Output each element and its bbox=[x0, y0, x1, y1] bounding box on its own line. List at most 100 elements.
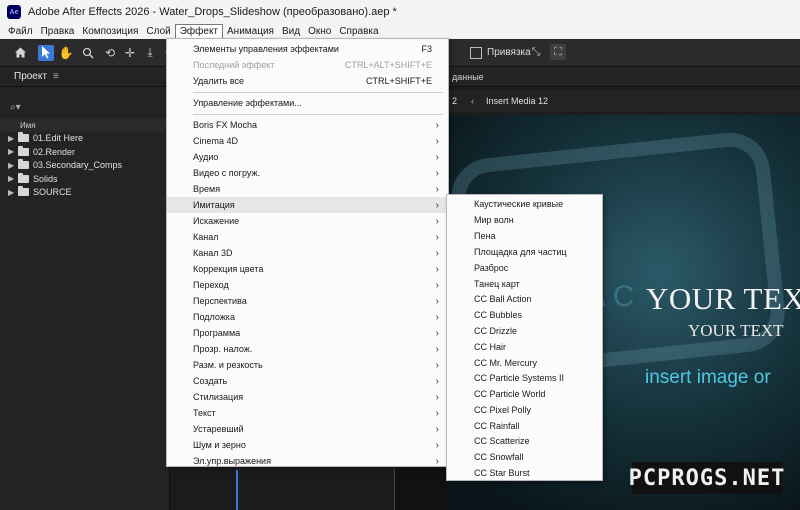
chevron-right-icon: › bbox=[435, 119, 439, 131]
expand-arrow-icon[interactable]: ▶ bbox=[8, 174, 18, 183]
menu-item-label: Прозр. налож. bbox=[193, 344, 253, 354]
menu-layer[interactable]: Слой bbox=[142, 24, 174, 39]
menu-item-noise-grain[interactable]: Шум и зерно › bbox=[167, 437, 448, 453]
list-item[interactable]: ▶ 02.Render bbox=[0, 145, 170, 159]
menu-item-time[interactable]: Время › bbox=[167, 181, 448, 197]
menu-bar: Файл Правка Композиция Слой Эффект Анима… bbox=[0, 24, 800, 39]
menu-help[interactable]: Справка bbox=[335, 24, 382, 39]
submenu-item[interactable]: Танец карт bbox=[447, 276, 602, 292]
after-effects-logo-icon: Ae bbox=[7, 5, 21, 19]
list-item[interactable]: ▶ 03.Secondary_Comps bbox=[0, 159, 170, 173]
dolly-icon[interactable]: ⤓ bbox=[142, 45, 158, 61]
project-search-input[interactable]: ⌕▾ bbox=[10, 100, 165, 114]
submenu-item[interactable]: CC Mr. Mercury bbox=[447, 355, 602, 371]
menu-item-label: Разм. и резкость bbox=[193, 360, 263, 370]
pan-icon[interactable]: ✛ bbox=[122, 45, 138, 61]
submenu-item[interactable]: CC Hair bbox=[447, 339, 602, 355]
list-item[interactable]: ▶ 01.Edit Here bbox=[0, 132, 170, 146]
submenu-item[interactable]: CC Rainfall bbox=[447, 418, 602, 434]
menu-item-boris-fx-mocha[interactable]: Boris FX Mocha › bbox=[167, 117, 448, 133]
menu-item-generate[interactable]: Создать › bbox=[167, 373, 448, 389]
menu-item-label: Текст bbox=[193, 408, 216, 418]
submenu-item[interactable]: Площадка для частиц bbox=[447, 244, 602, 260]
expand-arrow-icon[interactable]: ▶ bbox=[8, 161, 18, 170]
menu-item-simulation[interactable]: Имитация › bbox=[167, 197, 448, 213]
submenu-item[interactable]: Разброс bbox=[447, 260, 602, 276]
selection-arrow-icon[interactable] bbox=[38, 44, 54, 61]
submenu-item[interactable]: CC Scatterize bbox=[447, 433, 602, 449]
menu-file[interactable]: Файл bbox=[4, 24, 37, 39]
submenu-item[interactable]: CC Snowfall bbox=[447, 449, 602, 465]
tab-insert-media-12[interactable]: Insert Media 12 bbox=[486, 96, 548, 106]
snap-features-icon[interactable]: ⛶ bbox=[550, 44, 566, 60]
menu-window[interactable]: Окно bbox=[304, 24, 335, 39]
menu-item-channel[interactable]: Канал › bbox=[167, 229, 448, 245]
menu-item-effect-controls[interactable]: Элементы управления эффектами F3 bbox=[167, 41, 448, 57]
menu-item-matte[interactable]: Подложка › bbox=[167, 309, 448, 325]
column-header-name[interactable]: Имя bbox=[0, 118, 170, 132]
menu-item-transition[interactable]: Переход › bbox=[167, 277, 448, 293]
folder-icon bbox=[18, 159, 29, 170]
menu-item-shortcut: CTRL+ALT+SHIFT+E bbox=[344, 60, 432, 70]
menu-item-cinema-4d[interactable]: Cinema 4D › bbox=[167, 133, 448, 149]
submenu-item[interactable]: CC Star Burst bbox=[447, 465, 602, 481]
menu-animation[interactable]: Анимация bbox=[223, 24, 278, 39]
menu-item-utility[interactable]: Программа › bbox=[167, 325, 448, 341]
menu-edit[interactable]: Правка bbox=[37, 24, 79, 39]
list-item-label: SOURCE bbox=[33, 187, 72, 198]
chevron-right-icon: › bbox=[435, 263, 439, 275]
submenu-item[interactable]: Мир волн bbox=[447, 212, 602, 228]
chevron-right-icon: › bbox=[435, 151, 439, 163]
menu-item-audio[interactable]: Аудио › bbox=[167, 149, 448, 165]
expand-arrow-icon[interactable]: ▶ bbox=[8, 188, 18, 197]
submenu-item[interactable]: CC Ball Action bbox=[447, 291, 602, 307]
chevron-right-icon: › bbox=[435, 135, 439, 147]
menu-item-stylize[interactable]: Стилизация › bbox=[167, 389, 448, 405]
menu-item-obsolete[interactable]: Устаревший › bbox=[167, 421, 448, 437]
menu-item-3d-channel[interactable]: Канал 3D › bbox=[167, 245, 448, 261]
menu-item-manage-effects[interactable]: Управление эффектами... bbox=[167, 95, 448, 111]
menu-item-remove-all[interactable]: Удалить все CTRL+SHIFT+E bbox=[167, 73, 448, 89]
hand-icon[interactable]: ✋ bbox=[58, 45, 74, 61]
panel-menu-icon[interactable]: ≡ bbox=[53, 71, 59, 82]
menu-item-blur-sharpen[interactable]: Разм. и резкость › bbox=[167, 357, 448, 373]
submenu-item[interactable]: Каустические кривые bbox=[447, 196, 602, 212]
menu-item-immersive-video[interactable]: Видео с погруж. › bbox=[167, 165, 448, 181]
menu-separator bbox=[193, 92, 443, 93]
menu-view[interactable]: Вид bbox=[278, 24, 304, 39]
menu-item-text[interactable]: Текст › bbox=[167, 405, 448, 421]
list-item[interactable]: ▶ Solids bbox=[0, 172, 170, 186]
snap-checkbox[interactable] bbox=[470, 47, 482, 59]
chevron-left-icon[interactable]: ‹ bbox=[471, 96, 474, 106]
list-item-label: Solids bbox=[33, 173, 58, 184]
list-item[interactable]: ▶ SOURCE bbox=[0, 186, 170, 200]
zoom-icon[interactable] bbox=[80, 45, 96, 61]
snap-edges-icon[interactable]: ⤡ bbox=[528, 44, 544, 60]
submenu-item[interactable]: Пена bbox=[447, 228, 602, 244]
timeline-marker bbox=[236, 470, 238, 510]
submenu-item[interactable]: CC Pixel Polly bbox=[447, 402, 602, 418]
submenu-item[interactable]: CC Particle World bbox=[447, 386, 602, 402]
expand-arrow-icon[interactable]: ▶ bbox=[8, 147, 18, 156]
folder-icon bbox=[18, 145, 29, 156]
menu-item-color-correction[interactable]: Коррекция цвета › bbox=[167, 261, 448, 277]
menu-item-label: Управление эффектами... bbox=[193, 98, 302, 108]
menu-item-label: Устаревший bbox=[193, 424, 244, 434]
orbit-icon[interactable]: ⟲ bbox=[102, 45, 118, 61]
menu-item-perspective[interactable]: Перспектива › bbox=[167, 293, 448, 309]
submenu-item[interactable]: CC Bubbles bbox=[447, 307, 602, 323]
home-icon[interactable] bbox=[12, 45, 28, 61]
submenu-item[interactable]: CC Particle Systems II bbox=[447, 370, 602, 386]
menu-item-label: Канал 3D bbox=[193, 248, 233, 258]
menu-item-distort[interactable]: Искажение › bbox=[167, 213, 448, 229]
menu-item-keying[interactable]: Прозр. налож. › bbox=[167, 341, 448, 357]
viewer-insert-text: insert image or bbox=[645, 367, 771, 388]
menu-item-label: Канал bbox=[193, 232, 219, 242]
menu-item-expression-controls[interactable]: Эл.упр.выражения › bbox=[167, 453, 448, 469]
menu-item-label: Перспектива bbox=[193, 296, 247, 306]
submenu-item[interactable]: CC Drizzle bbox=[447, 323, 602, 339]
expand-arrow-icon[interactable]: ▶ bbox=[8, 134, 18, 143]
menu-item-label: Последний эффект bbox=[193, 60, 275, 70]
menu-composition[interactable]: Композиция bbox=[78, 24, 142, 39]
menu-effect[interactable]: Эффект bbox=[174, 24, 224, 39]
